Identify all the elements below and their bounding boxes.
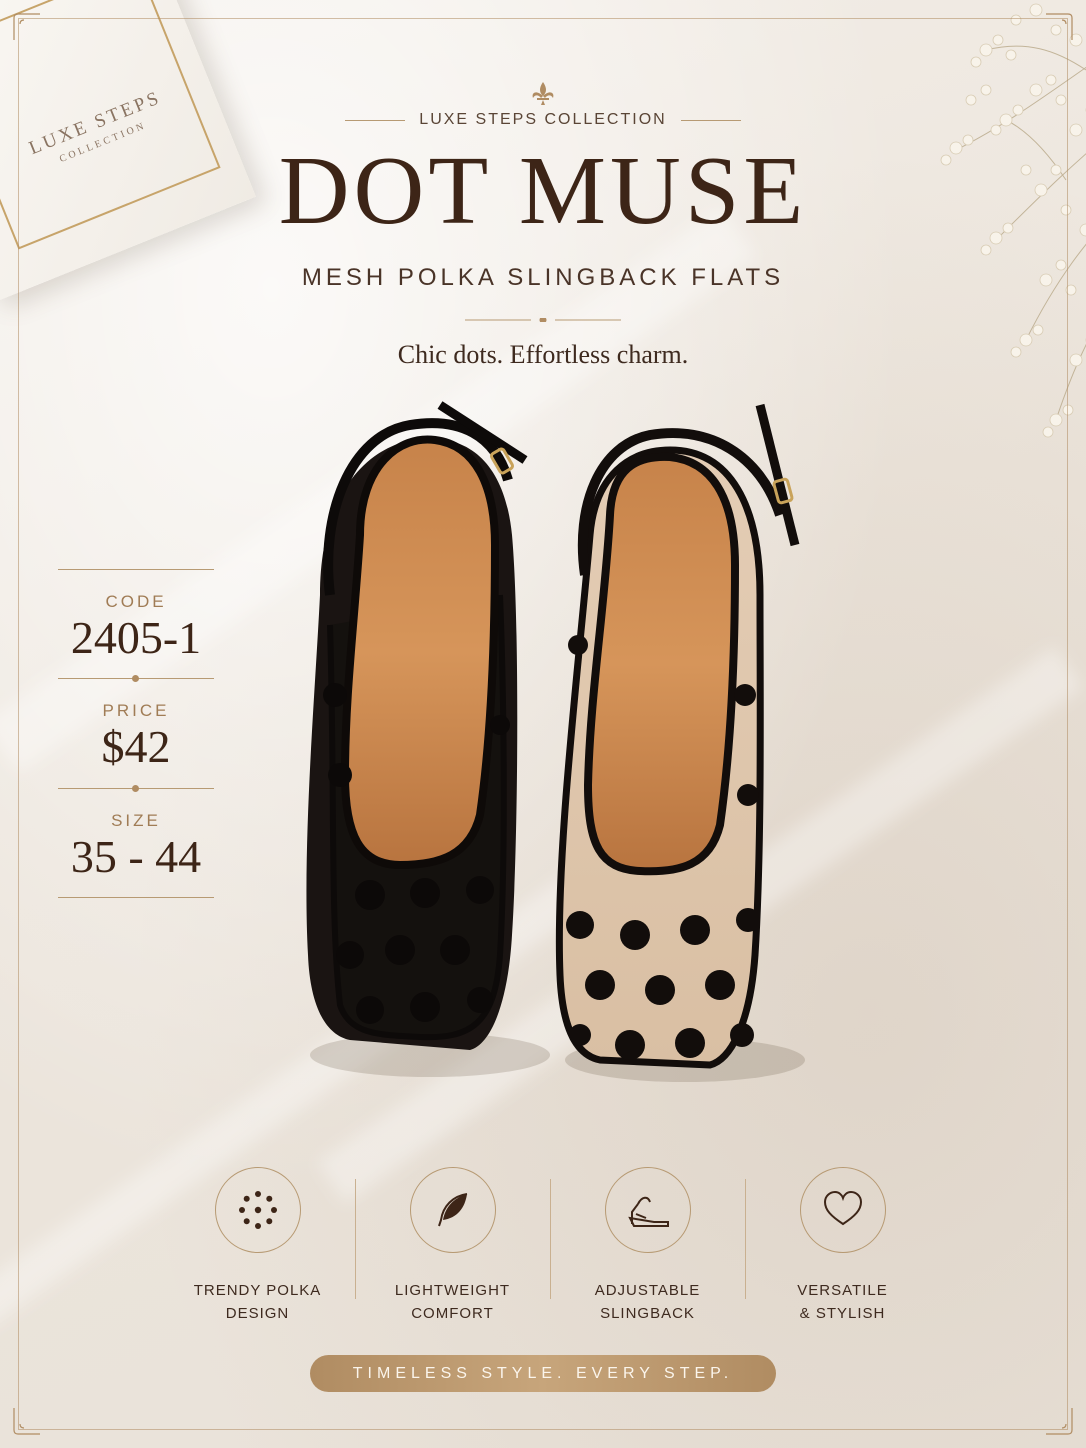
feature-icon-circle	[409, 1167, 496, 1253]
right-shoe	[555, 403, 800, 1069]
spec-divider	[58, 675, 214, 683]
feature-slingback: ADJUSTABLE SLINGBACK	[550, 1165, 745, 1325]
spec-label: SIZE	[111, 810, 161, 830]
feature-label: ADJUSTABLE SLINGBACK	[594, 1282, 701, 1322]
shoes-image	[306, 401, 805, 1082]
product-subtitle: MESH POLKA SLINGBACK FLATS	[301, 264, 785, 291]
feature-list: TRENDY POLKA DESIGN LIGHTWEIGHT COMFORT	[160, 1165, 940, 1325]
left-shoe	[306, 401, 528, 1051]
feature-polka: TRENDY POLKA DESIGN	[160, 1165, 355, 1325]
flowers-decoration	[940, 3, 1086, 438]
corner-ornament	[10, 10, 44, 44]
spec-label: PRICE	[102, 701, 170, 721]
collection-name: LUXE STEPS COLLECTION	[419, 111, 667, 128]
feather-icon	[437, 1193, 467, 1227]
feature-icon-circle	[799, 1167, 886, 1253]
feature-label: LIGHTWEIGHT COMFORT	[394, 1282, 511, 1322]
corner-ornament	[1042, 10, 1076, 44]
spec-rule	[58, 896, 214, 898]
spec-value: $42	[101, 721, 171, 773]
corner-ornament	[1042, 1404, 1076, 1438]
fleur-de-lis-icon	[532, 82, 554, 105]
divider-line	[680, 119, 741, 121]
spec-label: CODE	[105, 592, 167, 611]
tagline: Chic dots. Effortless charm.	[397, 340, 689, 369]
feature-lightweight: LIGHTWEIGHT COMFORT	[355, 1165, 550, 1325]
spec-size: SIZE 35 - 44	[58, 789, 214, 897]
feature-label: TRENDY POLKA DESIGN	[193, 1282, 322, 1322]
feature-versatile: VERSATILE & STYLISH	[745, 1165, 940, 1325]
spec-price: PRICE $42	[58, 679, 214, 787]
feature-icon-circle	[214, 1167, 301, 1253]
polka-dots-icon	[238, 1191, 277, 1229]
product-poster: LUXE STEPS COLLECTION LUXE STEPS COLLECT…	[0, 0, 1086, 1448]
corner-ornament	[10, 1404, 44, 1438]
spec-value: 2405-1	[70, 612, 202, 663]
feature-label: VERSATILE & STYLISH	[797, 1282, 888, 1322]
spec-divider	[58, 784, 214, 792]
slogan-banner: TIMELESS STYLE. EVERY STEP.	[310, 1355, 776, 1392]
collection-heading: LUXE STEPS COLLECTION	[0, 111, 1086, 129]
slingback-shoe-icon	[627, 1196, 669, 1227]
spec-panel: CODE 2405-1 PRICE $42 SIZE 35 - 44	[58, 569, 214, 898]
feature-icon-circle	[604, 1167, 691, 1253]
heart-icon	[823, 1190, 862, 1226]
dot-divider	[465, 318, 621, 322]
divider-line	[345, 119, 406, 121]
product-title: DOT MUSE	[278, 137, 808, 245]
spec-value: 35 - 44	[70, 830, 202, 882]
spec-code: CODE 2405-1	[58, 570, 214, 678]
